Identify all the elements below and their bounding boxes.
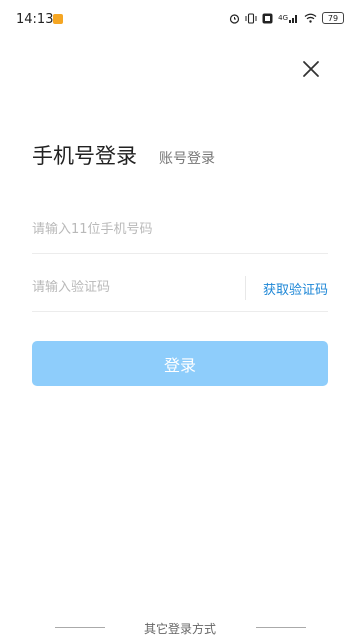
- network-type: 4G: [278, 14, 288, 22]
- phone-field-row: [32, 206, 328, 254]
- title-row: 手机号登录 账号登录: [32, 140, 215, 170]
- footer-line-right: [256, 627, 306, 628]
- battery-icon: 79: [322, 12, 344, 24]
- get-code-button[interactable]: 获取验证码: [263, 279, 328, 298]
- hd-icon: [262, 13, 273, 24]
- signal-icon: 4G: [278, 13, 299, 23]
- notification-icon: [53, 14, 63, 24]
- footer: 其它登录方式: [0, 618, 360, 638]
- code-field-row: 获取验证码: [32, 264, 328, 312]
- other-login-link[interactable]: 其它登录方式: [0, 620, 360, 637]
- vibrate-icon: [245, 12, 257, 24]
- status-time: 14:13: [16, 12, 54, 27]
- status-icons: 4G 79: [229, 12, 344, 24]
- login-button[interactable]: 登录: [32, 341, 328, 386]
- phone-input[interactable]: [32, 222, 328, 237]
- status-bar: 14:13 4G 79: [0, 0, 360, 40]
- close-button[interactable]: [298, 56, 324, 82]
- page-title: 手机号登录: [32, 144, 137, 168]
- alarm-icon: [229, 13, 240, 24]
- account-login-tab[interactable]: 账号登录: [159, 148, 215, 168]
- verification-code-input[interactable]: [32, 280, 242, 295]
- close-icon: [303, 61, 319, 77]
- battery-level: 79: [327, 13, 339, 23]
- wifi-icon: [304, 13, 317, 23]
- field-divider: [245, 276, 246, 300]
